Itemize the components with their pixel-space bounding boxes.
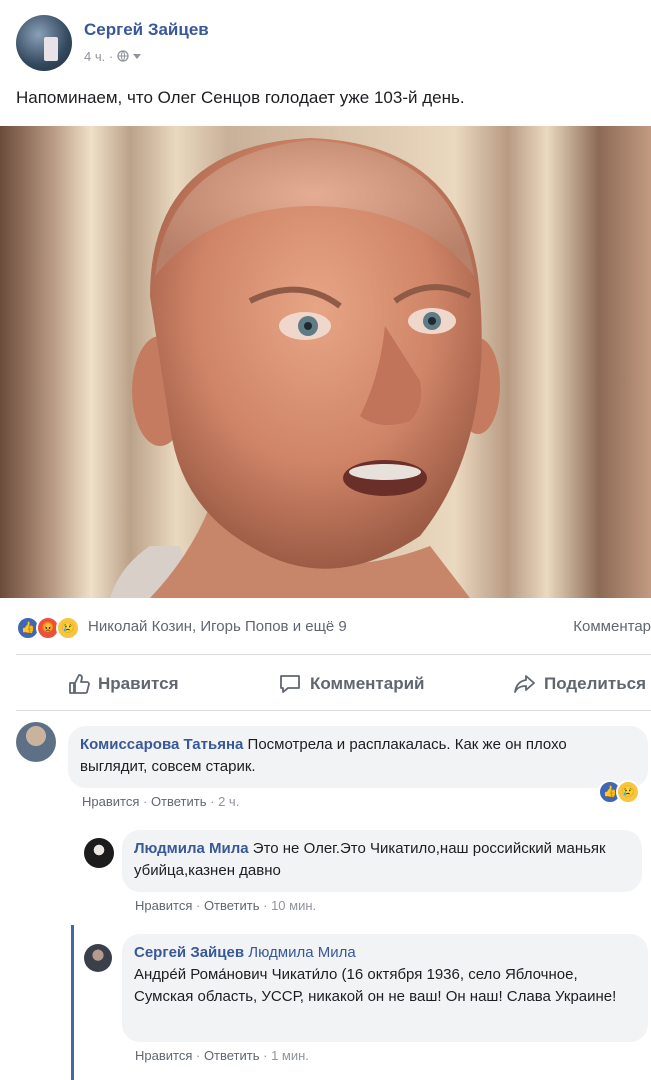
sad-reaction-icon: 😢 [616,780,640,804]
divider [16,654,651,655]
comment-actions: Нравится · Ответить · 10 мин. [135,898,317,913]
comment-author[interactable]: Сергей Зайцев [134,944,244,961]
comment-time[interactable]: 2 ч. [218,794,239,809]
comment-time[interactable]: 1 мин. [271,1048,309,1063]
share-arrow-icon [514,675,535,693]
chevron-down-icon[interactable] [132,53,142,61]
comment-button[interactable]: Комментарий [278,668,424,700]
reply-thread-line [71,925,74,1080]
reaction-names[interactable]: Николай Козин, Игорь Попов и ещё 9 [88,618,347,635]
share-button[interactable]: Поделиться [512,668,646,700]
commenter-avatar[interactable] [84,838,114,868]
comment-actions: Нравится · Ответить · 2 ч. [82,794,240,809]
comment-actions: Нравится · Ответить · 1 мин. [135,1048,309,1063]
portrait-image [110,138,500,598]
comment-reply-link[interactable]: Ответить [204,898,260,913]
reactions-summary: 👍 😡 😢 Николай Козин, Игорь Попов и ещё 9… [16,612,651,642]
comment-like-link[interactable]: Нравится [135,898,192,913]
comment-like-link[interactable]: Нравится [135,1048,192,1063]
comment-time[interactable]: 10 мин. [271,898,316,913]
comment-reactions[interactable]: 👍 😢 [598,780,651,804]
comments-link[interactable]: Комментар [573,618,651,635]
divider [16,710,651,711]
speech-bubble-icon [280,675,300,693]
post-text: Напоминаем, что Олег Сенцов голодает уже… [16,88,465,107]
comment-reply-link[interactable]: Ответить [151,794,207,809]
comment-author[interactable]: Комиссарова Татьяна [80,736,243,753]
comment-reply-link[interactable]: Ответить [204,1048,260,1063]
comment-bubble: Комиссарова Татьяна Посмотрела и расплак… [68,726,648,788]
post-author-name[interactable]: Сергей Зайцев [84,20,209,40]
comment-mention[interactable]: Людмила Мила [248,944,355,961]
author-avatar[interactable] [16,15,72,71]
comment-bubble: Сергей Зайцев Людмила Мила Андре́й Рома́… [122,934,648,1042]
separator-dot: · [108,49,117,64]
reaction-icons[interactable]: 👍 😡 😢 [16,616,86,640]
thumbs-up-icon [69,674,90,694]
comment-bubble: Людмила Мила Это не Олег.Это Чикатило,на… [122,830,642,892]
sad-reaction-icon: 😢 [56,616,80,640]
comment-text: Андре́й Рома́нович Чикати́ло (16 октября… [134,966,617,1005]
share-button-label: Поделиться [544,674,647,693]
post-time[interactable]: 4 ч. [84,49,105,64]
comment-like-link[interactable]: Нравится [82,794,139,809]
commenter-avatar[interactable] [84,944,112,972]
globe-icon[interactable] [117,50,129,62]
post-photo[interactable] [0,126,651,598]
like-button-label: Нравится [98,674,179,693]
like-button[interactable]: Нравится [68,668,179,700]
comment-author[interactable]: Людмила Мила [134,840,249,857]
comment-button-label: Комментарий [310,674,425,693]
commenter-avatar[interactable] [16,722,56,762]
post-meta: 4 ч. · [84,49,142,64]
